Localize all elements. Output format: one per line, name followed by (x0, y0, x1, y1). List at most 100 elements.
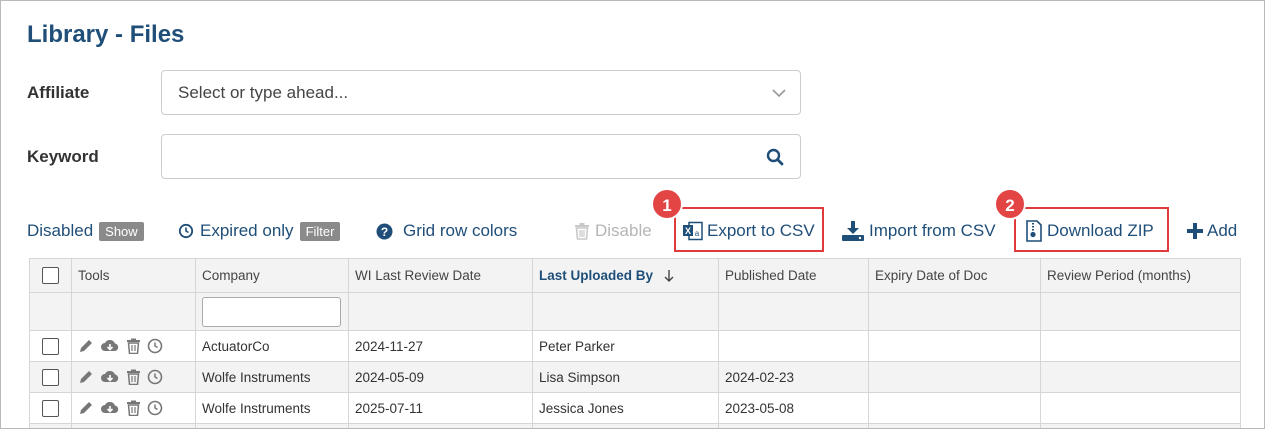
pencil-icon[interactable] (78, 369, 94, 385)
company-cell: Wolfe Instruments (195, 361, 349, 393)
disabled-filter: Disabled Show (27, 218, 144, 244)
show-disabled-toggle[interactable]: Show (99, 221, 144, 241)
disable-button[interactable]: Disable (574, 218, 652, 244)
cloud-download-icon[interactable] (100, 369, 120, 385)
filter-cell-published (718, 292, 869, 331)
question-circle-icon: ? (376, 223, 393, 239)
column-header-company[interactable]: Company (195, 258, 349, 293)
clock-icon (178, 223, 194, 239)
tools-cell (71, 392, 196, 424)
select-all-cell (29, 258, 72, 293)
select-all-checkbox[interactable] (42, 267, 59, 284)
table-row[interactable]: Wolfe Instruments 2025-07-11 Jessica Jon… (29, 392, 1241, 424)
plus-icon (1187, 223, 1203, 239)
clock-icon[interactable] (147, 369, 163, 385)
export-csv-label: Export to CSV (707, 221, 815, 240)
filter-cell-uploaded-by (532, 292, 719, 331)
table-row-partial (29, 423, 1241, 428)
trash-icon[interactable] (126, 369, 141, 385)
expired-filter-toggle[interactable]: Filter (299, 221, 341, 241)
tools-cell (71, 361, 196, 393)
excel-icon: Xa (683, 221, 703, 241)
published-date-cell (718, 330, 869, 362)
wi-last-review-cell: 2024-05-09 (348, 361, 533, 393)
uploaded-by-cell: Peter Parker (532, 330, 719, 362)
page-title: Library - Files (27, 21, 185, 48)
filter-cell-wi-date (348, 292, 533, 331)
clock-icon[interactable] (147, 400, 163, 416)
filter-cell-expiry (868, 292, 1041, 331)
expiry-date-cell (868, 330, 1041, 362)
pencil-icon[interactable] (78, 338, 94, 354)
cloud-download-icon[interactable] (100, 338, 120, 354)
grid-header-row: Tools Company WI Last Review Date Last U… (29, 258, 1241, 293)
wi-last-review-cell: 2025-07-11 (348, 392, 533, 424)
expiry-date-cell (868, 392, 1041, 424)
pencil-icon[interactable] (78, 400, 94, 416)
disable-label: Disable (595, 221, 652, 240)
row-checkbox[interactable] (42, 368, 59, 386)
keyword-input[interactable] (161, 134, 801, 179)
table-row[interactable]: ActuatorCo 2024-11-27 Peter Parker (29, 330, 1241, 362)
column-header-review-period[interactable]: Review Period (months) (1040, 258, 1241, 293)
stub-cell (195, 423, 349, 428)
affiliate-label: Affiliate (27, 83, 90, 102)
column-header-published-date[interactable]: Published Date (718, 258, 869, 293)
files-grid: Tools Company WI Last Review Date Last U… (29, 258, 1241, 428)
column-header-expiry-date[interactable]: Expiry Date of Doc (868, 258, 1041, 293)
trash-icon (575, 223, 589, 240)
cloud-download-icon[interactable] (100, 400, 120, 416)
column-header-wi-last-review-date[interactable]: WI Last Review Date (348, 258, 533, 293)
filter-cell-review-period (1040, 292, 1241, 331)
svg-text:X: X (685, 226, 691, 236)
annotation-badge-2: 2 (994, 188, 1026, 220)
zip-file-icon (1026, 220, 1042, 242)
expired-label: Expired only (200, 221, 294, 240)
expired-filter: Expired only Filter (178, 218, 341, 244)
import-csv-label: Import from CSV (869, 221, 996, 240)
trash-icon[interactable] (126, 338, 141, 354)
column-header-last-uploaded-by[interactable]: Last Uploaded By (532, 258, 719, 293)
grid-row-colors-button[interactable]: ? Grid row colors (376, 218, 517, 244)
tools-cell (71, 330, 196, 362)
filter-cell-tools (71, 292, 196, 331)
stub-cell (1040, 423, 1241, 428)
sorted-column-label: Last Uploaded By (539, 267, 654, 283)
keyword-label: Keyword (27, 147, 99, 166)
import-csv-button[interactable]: Import from CSV (841, 218, 996, 244)
svg-text:?: ? (381, 225, 388, 239)
download-zip-button[interactable]: Download ZIP (1025, 218, 1154, 244)
svg-text:a: a (695, 229, 700, 238)
uploaded-by-cell: Lisa Simpson (532, 361, 719, 393)
row-checkbox[interactable] (42, 337, 59, 355)
stub-cell (71, 423, 196, 428)
row-select-cell (29, 392, 72, 424)
affiliate-placeholder: Select or type ahead... (178, 83, 349, 102)
trash-icon[interactable] (126, 400, 141, 416)
filter-cell-empty (29, 292, 72, 331)
affiliate-select[interactable]: Select or type ahead... (161, 70, 801, 115)
column-header-tools[interactable]: Tools (71, 258, 196, 293)
stub-cell (718, 423, 869, 428)
expiry-date-cell (868, 361, 1041, 393)
sort-down-arrow-icon (664, 270, 674, 283)
review-period-cell (1040, 392, 1241, 424)
company-filter-input[interactable] (202, 296, 341, 327)
disabled-label: Disabled (27, 221, 94, 240)
wi-last-review-cell: 2024-11-27 (348, 330, 533, 362)
add-label: Add (1207, 221, 1238, 240)
annotation-badge-1: 1 (651, 188, 683, 220)
review-period-cell (1040, 361, 1241, 393)
review-period-cell (1040, 330, 1241, 362)
stub-cell (29, 423, 72, 428)
table-row[interactable]: Wolfe Instruments 2024-05-09 Lisa Simpso… (29, 361, 1241, 393)
clock-icon[interactable] (147, 338, 163, 354)
add-button[interactable]: Add (1186, 218, 1237, 244)
search-icon[interactable] (766, 148, 784, 166)
published-date-cell: 2023-05-08 (718, 392, 869, 424)
row-select-cell (29, 330, 72, 362)
grid-filter-row (29, 292, 1241, 331)
row-checkbox[interactable] (42, 399, 59, 417)
export-csv-button[interactable]: Xa Export to CSV (682, 218, 815, 244)
download-tray-icon (842, 221, 864, 241)
